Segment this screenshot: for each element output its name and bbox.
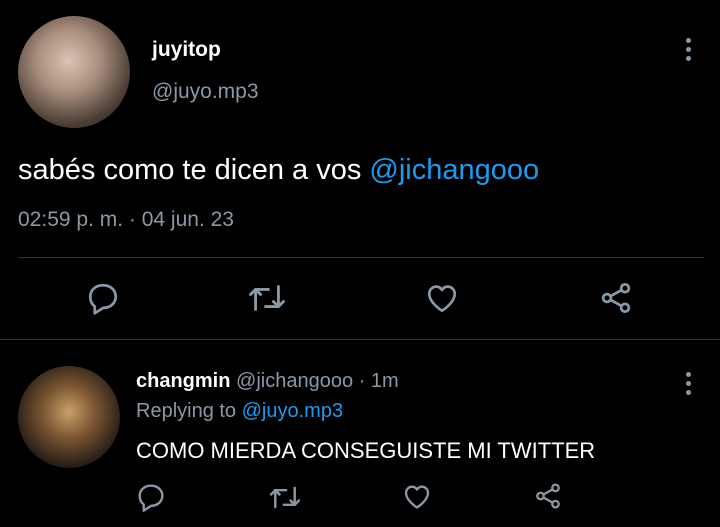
- main-reply-icon[interactable]: [84, 280, 122, 316]
- reply-retweet-icon[interactable]: [268, 484, 302, 511]
- main-tweet-text: sabés como te dicen a vos @jichangooo: [18, 154, 539, 187]
- reply-reply-icon[interactable]: [134, 481, 168, 513]
- replying-to-label: Replying to: [136, 400, 242, 422]
- main-share-icon[interactable]: [598, 280, 634, 316]
- avatar-changmin[interactable]: [18, 366, 120, 468]
- reply-share-icon[interactable]: [533, 481, 563, 511]
- reply-text: COMO MIERDA CONSEGUISTE MI TWITTER: [136, 438, 596, 463]
- reply-display-name[interactable]: changmin: [136, 370, 230, 392]
- main-tweet-text-body: sabés como te dicen a vos: [18, 154, 370, 186]
- replying-to: Replying to @juyo.mp3: [136, 400, 343, 423]
- reply-handle[interactable]: @jichangooo: [236, 370, 353, 392]
- main-more-icon[interactable]: [686, 38, 692, 65]
- main-mention-link[interactable]: @jichangooo: [369, 154, 539, 186]
- main-like-icon[interactable]: [423, 280, 461, 316]
- avatar-juyitop[interactable]: [18, 16, 130, 128]
- main-retweet-icon[interactable]: [247, 282, 287, 314]
- main-divider: [18, 257, 704, 258]
- main-display-name[interactable]: juyitop: [152, 38, 221, 62]
- reply-time: · 1m: [353, 370, 399, 392]
- main-handle[interactable]: @juyo.mp3: [152, 80, 259, 104]
- reply-header: changmin @jichangooo · 1m: [136, 370, 399, 393]
- reply-like-icon[interactable]: [401, 481, 433, 512]
- replying-to-handle[interactable]: @juyo.mp3: [242, 400, 343, 422]
- reply-more-icon[interactable]: [686, 372, 692, 399]
- thread-divider: [0, 339, 720, 340]
- main-timestamp[interactable]: 02:59 p. m. · 04 jun. 23: [18, 208, 234, 232]
